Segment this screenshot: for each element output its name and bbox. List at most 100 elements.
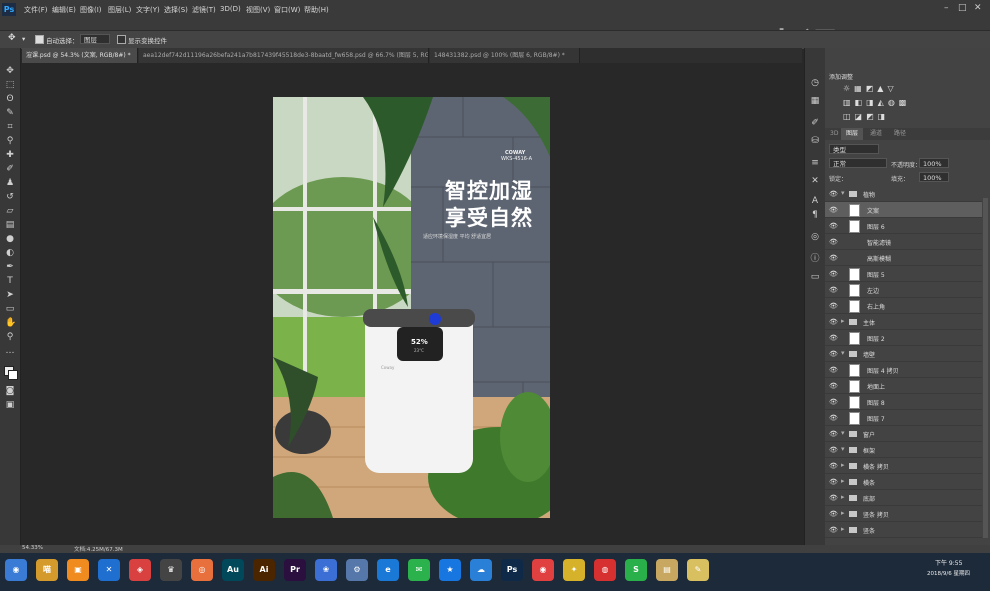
- adjustment-icons-row-3[interactable]: ◫◪◩◨: [843, 112, 889, 121]
- visibility-eye-icon[interactable]: 👁: [829, 318, 838, 326]
- menu-view[interactable]: 视图(V): [246, 5, 270, 15]
- visibility-eye-icon[interactable]: 👁: [829, 302, 838, 310]
- group-chevron-icon[interactable]: ▾: [841, 189, 845, 197]
- visibility-eye-icon[interactable]: 👁: [829, 478, 838, 486]
- lasso-tool-icon[interactable]: ʘ: [5, 94, 15, 104]
- gradient-tool-icon[interactable]: ▤: [5, 220, 15, 230]
- fill-input[interactable]: 100%: [919, 172, 949, 182]
- path-select-icon[interactable]: ➤: [5, 290, 15, 300]
- layer-row[interactable]: 👁 ▸ 竖条 拷贝: [825, 506, 982, 522]
- tab-document-2[interactable]: aea12def742d11196a26befa241a7b817439f455…: [139, 48, 429, 63]
- taskbar-app-icon[interactable]: ◍: [594, 559, 616, 581]
- visibility-eye-icon[interactable]: 👁: [829, 190, 838, 198]
- auto-select-dropdown[interactable]: 图层: [80, 34, 110, 44]
- actions-panel-icon[interactable]: ▦: [810, 96, 820, 106]
- layer-row[interactable]: 👁 ▸ 底部: [825, 490, 982, 506]
- layer-row[interactable]: 👁 图层 2: [825, 330, 982, 346]
- menu-window[interactable]: 窗口(W): [274, 5, 300, 15]
- visibility-eye-icon[interactable]: 👁: [829, 286, 838, 294]
- close-icon[interactable]: ✕: [974, 3, 982, 13]
- quick-select-tool-icon[interactable]: ✎: [5, 108, 15, 118]
- adjustments-panel-icon[interactable]: ◎: [810, 232, 820, 242]
- layer-row[interactable]: 👁 ▾ 墙壁: [825, 346, 982, 362]
- layer-row[interactable]: 👁 左边: [825, 282, 982, 298]
- history-panel-icon[interactable]: ◷: [810, 78, 820, 88]
- menu-image[interactable]: 图像(I): [80, 5, 102, 15]
- move-tool-icon[interactable]: ✥: [5, 66, 15, 76]
- taskbar-app-icon[interactable]: ☁: [470, 559, 492, 581]
- layer-row[interactable]: 👁 文案: [825, 202, 982, 218]
- taskbar-app-icon[interactable]: ❀: [315, 559, 337, 581]
- layer-row[interactable]: 👁 ▾ 框架: [825, 442, 982, 458]
- tool-preset-chevron-icon[interactable]: ▾: [22, 35, 25, 43]
- tab-document-1[interactable]: 渲课.psd @ 54.3% (文案, RGB/8#) *: [22, 48, 138, 63]
- brush-panel-icon[interactable]: ✐: [810, 118, 820, 128]
- layer-row[interactable]: 👁 图层 6: [825, 218, 982, 234]
- visibility-eye-icon[interactable]: 👁: [829, 238, 838, 246]
- opacity-input[interactable]: 100%: [919, 158, 949, 168]
- paragraph-panel-icon[interactable]: ¶: [810, 210, 820, 220]
- layer-row[interactable]: 👁 ▸ 竖条: [825, 522, 982, 538]
- layer-row[interactable]: 👁 ▸ 横条: [825, 474, 982, 490]
- group-chevron-icon[interactable]: ▸: [841, 509, 845, 517]
- taskbar-app-icon[interactable]: ★: [439, 559, 461, 581]
- brush-tool-icon[interactable]: ✐: [5, 164, 15, 174]
- layer-row[interactable]: 👁 图层 8: [825, 394, 982, 410]
- history-brush-icon[interactable]: ↺: [5, 192, 15, 202]
- stamp-tool-icon[interactable]: ♟: [5, 178, 15, 188]
- group-chevron-icon[interactable]: ▾: [841, 349, 845, 357]
- shape-tool-icon[interactable]: ▭: [5, 304, 15, 314]
- hand-tool-icon[interactable]: ✋: [5, 318, 16, 328]
- menu-3d[interactable]: 3D(D): [220, 5, 241, 13]
- healing-tool-icon[interactable]: ✚: [5, 150, 15, 160]
- menu-select[interactable]: 选择(S): [164, 5, 188, 15]
- menu-layer[interactable]: 图层(L): [108, 5, 131, 15]
- taskbar-app-icon[interactable]: Ai: [253, 559, 275, 581]
- taskbar-app-icon[interactable]: ⚙: [346, 559, 368, 581]
- blur-tool-icon[interactable]: ●: [5, 234, 15, 244]
- show-transform-checkbox[interactable]: [117, 35, 126, 44]
- layer-row[interactable]: 👁 图层 4 拷贝: [825, 362, 982, 378]
- quick-mask-icon[interactable]: ◙: [5, 386, 15, 396]
- visibility-eye-icon[interactable]: 👁: [829, 206, 838, 214]
- dodge-tool-icon[interactable]: ◐: [5, 248, 15, 258]
- move-tool-icon[interactable]: ✥: [8, 33, 16, 43]
- group-chevron-icon[interactable]: ▸: [841, 493, 845, 501]
- crop-tool-icon[interactable]: ⌗: [5, 122, 15, 132]
- layer-row[interactable]: 👁 ▸ 横条 拷贝: [825, 458, 982, 474]
- eyedropper-tool-icon[interactable]: ⚲: [5, 136, 15, 146]
- taskbar-app-icon[interactable]: ✕: [98, 559, 120, 581]
- visibility-eye-icon[interactable]: 👁: [829, 366, 838, 374]
- screen-mode-icon[interactable]: ▣: [5, 400, 15, 410]
- maximize-icon[interactable]: □: [958, 3, 967, 13]
- taskbar-app-icon[interactable]: 喵: [36, 559, 58, 581]
- auto-select-checkbox[interactable]: [35, 35, 44, 44]
- taskbar-app-icon[interactable]: ♛: [160, 559, 182, 581]
- taskbar-app-icon[interactable]: e: [377, 559, 399, 581]
- menu-edit[interactable]: 编辑(E): [52, 5, 76, 15]
- taskbar-app-icon[interactable]: ✎: [687, 559, 709, 581]
- menu-help[interactable]: 帮助(H): [304, 5, 329, 15]
- taskbar-app-icon[interactable]: ◉: [532, 559, 554, 581]
- taskbar-app-icon[interactable]: ◈: [129, 559, 151, 581]
- layers-scrollbar[interactable]: [983, 198, 988, 538]
- document-canvas[interactable]: COWAY WKS-4516-A 智控加湿 享受自然 适应环境保湿度 平均 舒适…: [273, 97, 550, 518]
- zoom-tool-icon[interactable]: ⚲: [5, 332, 15, 342]
- adjustment-icons-row-1[interactable]: ☼▦◩▲▽: [843, 84, 898, 93]
- visibility-eye-icon[interactable]: 👁: [829, 334, 838, 342]
- minimize-icon[interactable]: –: [944, 3, 949, 13]
- swatches-panel-icon[interactable]: ▭: [810, 272, 820, 282]
- group-chevron-icon[interactable]: ▸: [841, 317, 845, 325]
- visibility-eye-icon[interactable]: 👁: [829, 526, 838, 534]
- blend-mode-dropdown[interactable]: 正常: [829, 158, 887, 168]
- layer-filter-dropdown[interactable]: 类型: [829, 144, 879, 154]
- pen-tool-icon[interactable]: ✒: [5, 262, 15, 272]
- taskbar-app-icon[interactable]: ◉: [5, 559, 27, 581]
- visibility-eye-icon[interactable]: 👁: [829, 462, 838, 470]
- group-chevron-icon[interactable]: ▾: [841, 429, 845, 437]
- menu-filter[interactable]: 滤镜(T): [192, 5, 216, 15]
- type-tool-icon[interactable]: T: [5, 276, 15, 286]
- taskbar-app-icon[interactable]: ✉: [408, 559, 430, 581]
- tab-layers[interactable]: 图层: [841, 128, 864, 140]
- clone-source-icon[interactable]: ⛁: [810, 136, 820, 146]
